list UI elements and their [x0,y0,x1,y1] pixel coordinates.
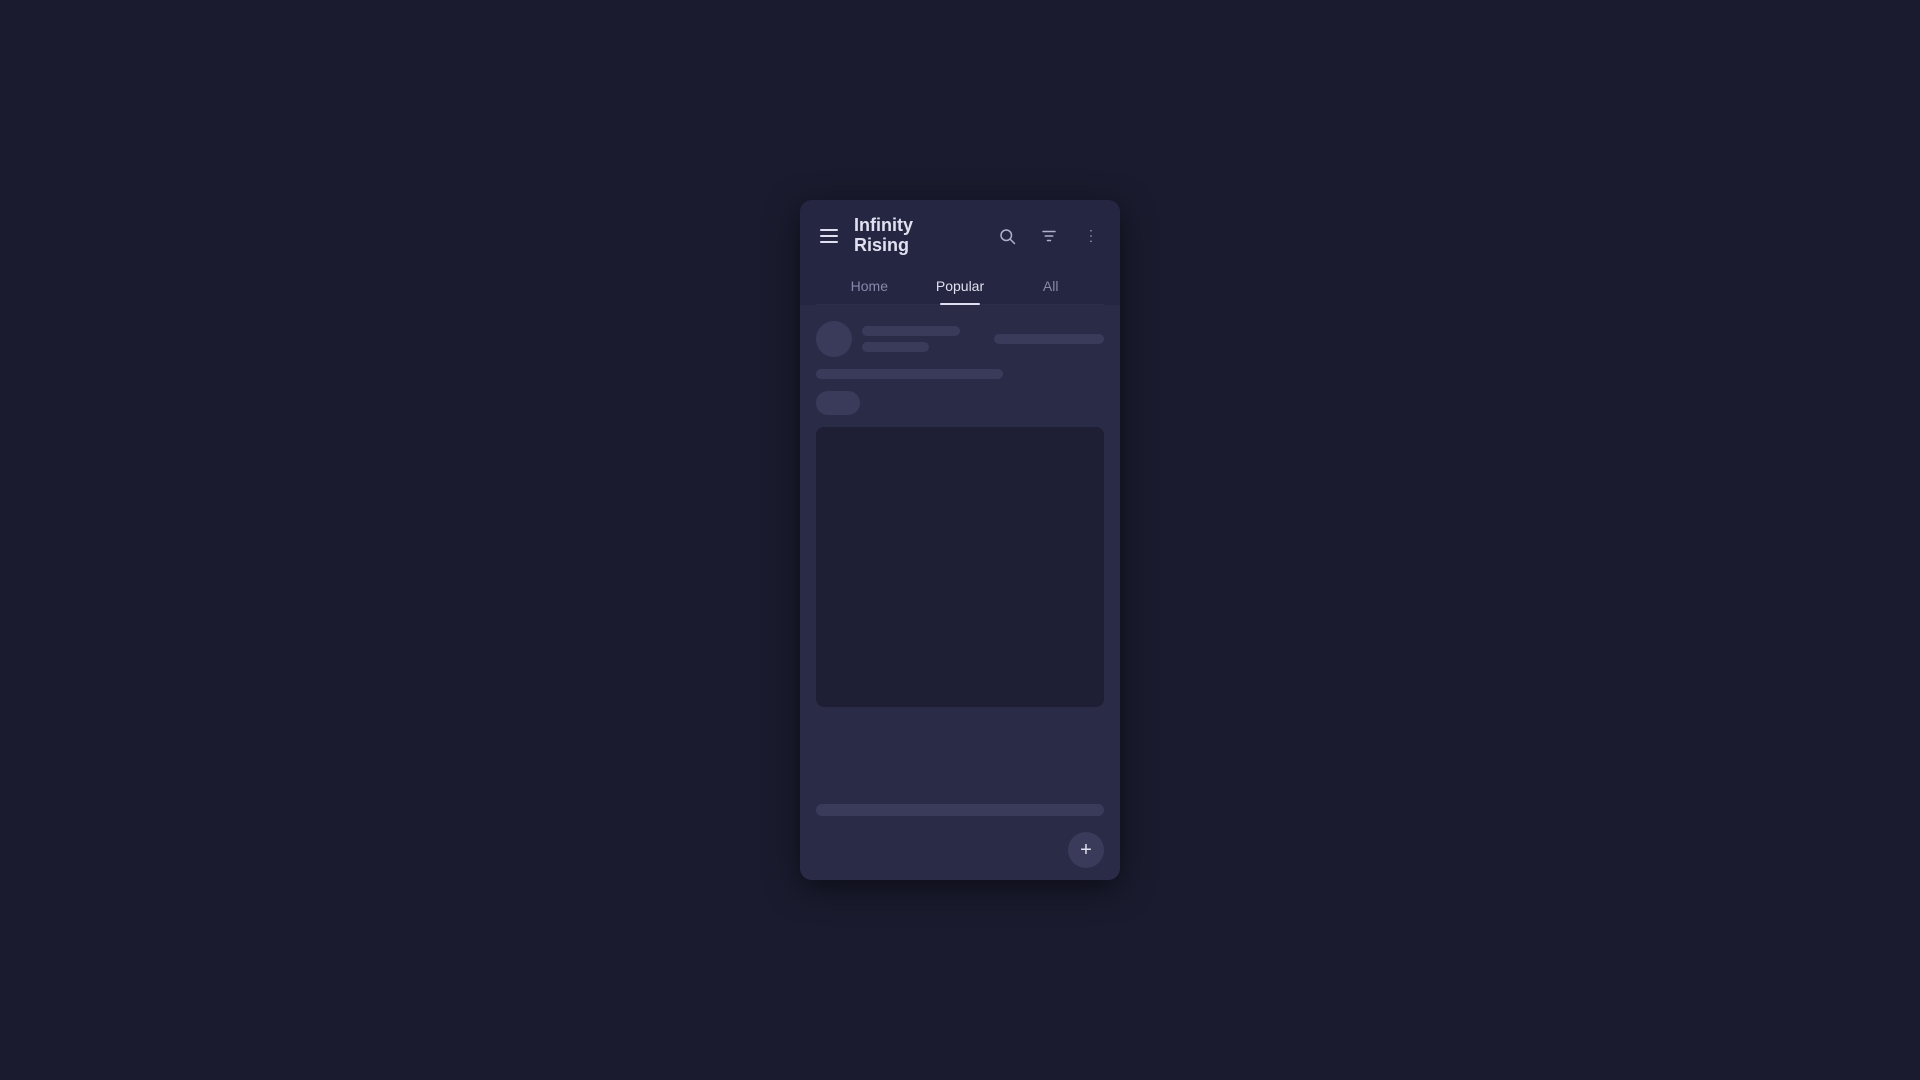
main-content [800,305,1120,796]
skeleton-avatar [816,321,852,357]
filter-icon [1040,227,1058,245]
search-icon [998,227,1016,245]
bottom-bar [800,796,1120,824]
tab-home[interactable]: Home [824,268,915,304]
skeleton-line-1 [862,326,960,336]
main-card [816,427,1104,707]
tab-all[interactable]: All [1005,268,1096,304]
search-button[interactable] [994,223,1020,249]
filter-button[interactable] [1036,223,1062,249]
tab-popular[interactable]: Popular [915,268,1006,304]
header-left: Infinity Rising [816,216,913,256]
app-title-line2: Rising [854,236,913,256]
header-icons [994,223,1104,249]
app-title: Infinity Rising [854,216,913,256]
skeleton-side-line [994,334,1104,344]
app-window: Infinity Rising [800,200,1120,880]
skeleton-bottom-bar [816,804,1104,816]
fab-row: + [800,824,1120,880]
skeleton-item-row [816,321,1104,357]
app-title-line1: Infinity [854,216,913,236]
skeleton-text-lines [862,326,984,352]
skeleton-single-line [816,369,1003,379]
skeleton-pill [816,391,860,415]
more-options-button[interactable] [1078,223,1104,249]
fab-button[interactable]: + [1068,832,1104,868]
menu-icon[interactable] [816,225,842,247]
more-icon [1082,227,1100,245]
header-top: Infinity Rising [816,216,1104,256]
tabs-bar: Home Popular All [816,268,1104,305]
skeleton-line-2 [862,342,929,352]
header: Infinity Rising [800,200,1120,305]
